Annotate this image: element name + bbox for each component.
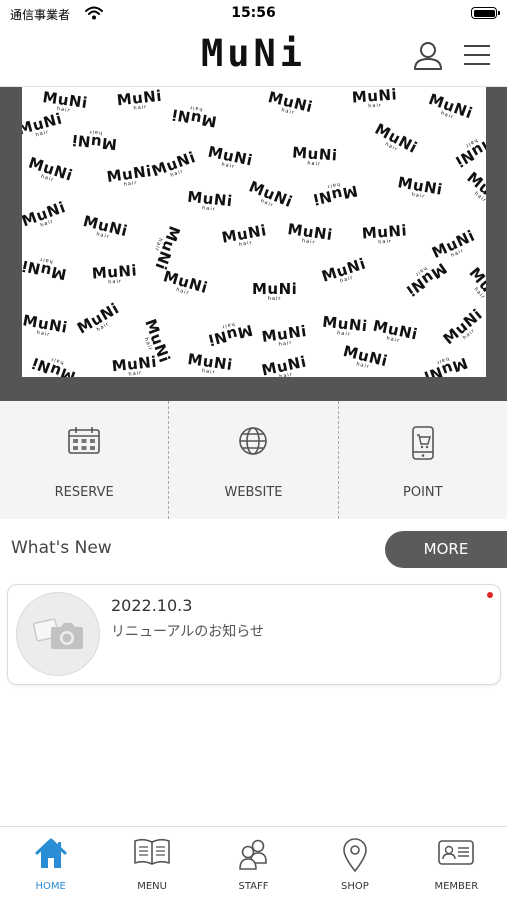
hamburger-menu-icon[interactable]: [462, 42, 492, 68]
tab-shop[interactable]: SHOP: [304, 827, 405, 901]
pattern-logo: MuNi hair: [220, 221, 269, 249]
pattern-logo: MuNi hair: [311, 180, 360, 209]
member-card-icon: [438, 840, 475, 865]
pattern-logo: MuNi hair: [260, 321, 308, 348]
pattern-logo: MuNi hair: [206, 320, 255, 350]
pattern-logo: MuNi hair: [206, 142, 255, 171]
pattern-logo: MuNi hair: [115, 87, 163, 112]
tab-member-label: MEMBER: [434, 881, 479, 892]
pattern-logo: MuNi hair: [105, 161, 153, 188]
tab-menu[interactable]: MENU: [101, 827, 202, 901]
hero-banner[interactable]: MuNi hair MuNi hair MuNi hair MuNi hair MuNi hair…: [0, 87, 507, 401]
tab-staff[interactable]: STAFF: [203, 827, 304, 901]
hero-logo-pattern: MuNi hair MuNi hair MuNi hair MuNi hair MuNi hair…: [22, 87, 486, 377]
whats-new-heading: What's New: [11, 538, 112, 558]
pattern-logo: MuNi hair: [252, 280, 298, 302]
pattern-logo: MuNi hair: [22, 109, 65, 139]
battery-icon: [471, 7, 500, 19]
tab-menu-label: MENU: [137, 881, 167, 892]
news-thumbnail: [16, 592, 100, 676]
quick-actions: RESERVE WEBSITE POINT: [0, 401, 507, 519]
pattern-logo: MuNi hair: [321, 312, 369, 338]
point-label: POINT: [403, 485, 443, 500]
pattern-logo: MuNi hair: [186, 349, 234, 376]
pattern-logo: MuNi hair: [341, 341, 390, 371]
status-time: 15:56: [231, 5, 276, 21]
point-button[interactable]: POINT: [337, 401, 507, 519]
tab-member[interactable]: MEMBER: [406, 827, 507, 901]
pattern-logo: MuNi hair: [396, 173, 445, 201]
pattern-logo: MuNi hair: [421, 353, 471, 377]
pattern-logo: MuNi hair: [70, 128, 118, 154]
pattern-logo: MuNi hair: [463, 168, 486, 212]
pattern-logo: MuNi hair: [426, 89, 476, 123]
pattern-logo: MuNi hair: [22, 311, 70, 339]
pattern-logo: MuNi hair: [22, 197, 68, 231]
book-icon: [134, 838, 170, 865]
news-item[interactable]: 2022.10.3 リニューアルのお知らせ: [7, 584, 501, 685]
phone-cart-icon: [412, 426, 434, 460]
pattern-logo: MuNi hair: [149, 147, 198, 181]
pattern-logo: MuNi hair: [161, 267, 210, 298]
more-button[interactable]: MORE: [385, 531, 507, 568]
camera-placeholder-icon: [33, 618, 83, 649]
pattern-logo: MuNi hair: [260, 352, 309, 377]
pattern-logo: MuNi hair: [361, 221, 408, 246]
map-pin-icon: [343, 838, 367, 873]
pattern-logo: MuNi hair: [74, 299, 123, 338]
bottom-tab-bar: HOME MENU STAFF SHOP MEMBER: [0, 826, 507, 901]
news-title: リニューアルのお知らせ: [111, 624, 265, 640]
pattern-logo: MuNi hair: [170, 103, 219, 131]
pattern-logo: MuNi hair: [452, 132, 486, 171]
calendar-icon: [68, 427, 100, 454]
pattern-logo: MuNi hair: [246, 177, 296, 212]
pattern-logo: MuNi hair: [371, 119, 421, 157]
unread-dot: [487, 592, 493, 598]
tab-home[interactable]: HOME: [0, 827, 101, 901]
pattern-logo: MuNi hair: [26, 153, 75, 185]
globe-icon: [239, 427, 268, 455]
pattern-logo: MuNi hair: [29, 353, 78, 377]
pattern-logo: MuNi hair: [439, 305, 486, 349]
pattern-logo: MuNi hair: [186, 187, 234, 213]
pattern-logo: MuNi hair: [110, 352, 158, 377]
user-icon[interactable]: [411, 38, 445, 72]
news-date: 2022.10.3: [111, 596, 193, 615]
tab-home-label: HOME: [35, 881, 66, 892]
staff-icon: [238, 839, 267, 870]
pattern-logo: MuNi hair: [319, 254, 369, 286]
pattern-logo: MuNi hair: [291, 143, 339, 168]
pattern-logo: MuNi hair: [371, 316, 420, 345]
pattern-logo: MuNi hair: [402, 259, 451, 300]
pattern-logo: MuNi hair: [351, 87, 398, 110]
status-bar: 通信事業者 15:56: [0, 0, 507, 28]
tab-staff-label: STAFF: [238, 881, 269, 892]
website-button[interactable]: WEBSITE: [168, 401, 337, 519]
pattern-logo: MuNi hair: [91, 261, 138, 286]
pattern-logo: MuNi hair: [22, 255, 69, 284]
pattern-logo: MuNi hair: [151, 223, 184, 273]
reserve-button[interactable]: RESERVE: [0, 401, 168, 519]
reserve-label: RESERVE: [54, 485, 114, 500]
website-label: WEBSITE: [224, 485, 283, 500]
app-header: MuNi: [0, 28, 507, 87]
pattern-logo: MuNi hair: [286, 219, 334, 246]
pattern-logo: MuNi hair: [81, 211, 130, 241]
pattern-logo: MuNi hair: [266, 87, 315, 117]
tab-shop-label: SHOP: [341, 881, 369, 892]
home-icon: [35, 838, 67, 868]
